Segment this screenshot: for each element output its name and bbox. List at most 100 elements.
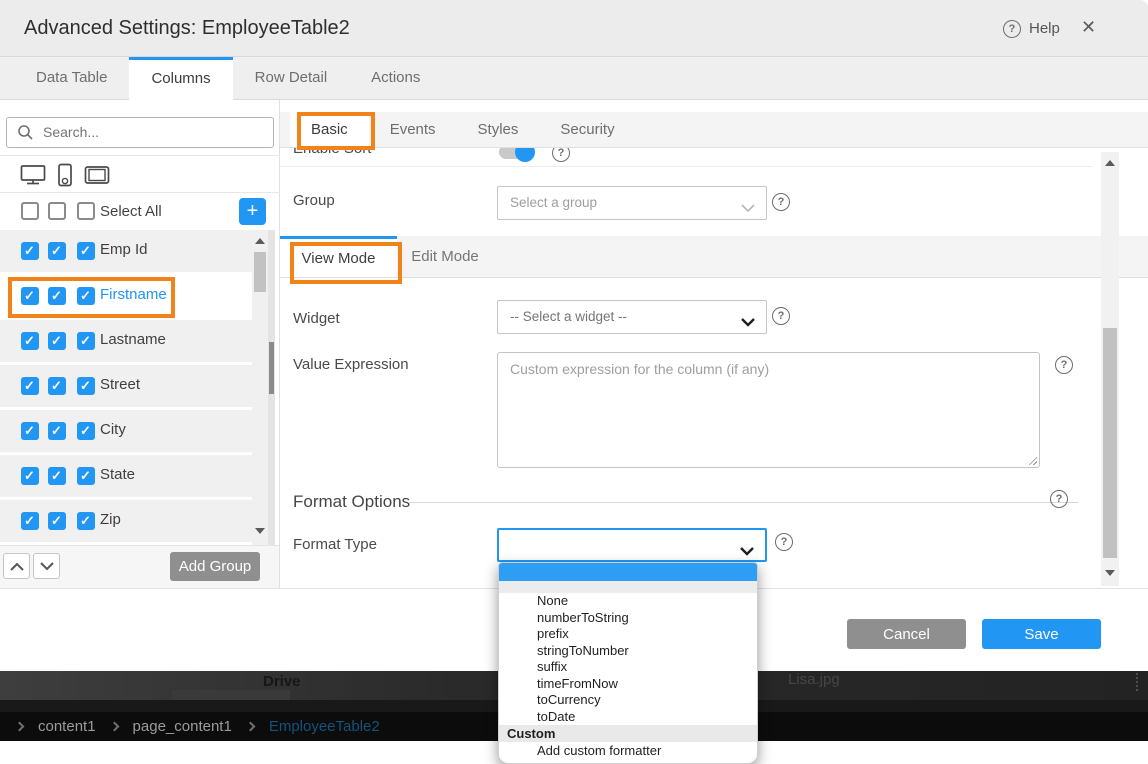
breadcrumb-item-page-content1[interactable]: page_content1: [133, 718, 232, 735]
mobile-icon[interactable]: [56, 163, 74, 187]
panel-tab-bar: Basic Events Styles Security: [280, 112, 1148, 148]
checkbox-tablet[interactable]: [77, 242, 95, 260]
dropdown-option[interactable]: stringToNumber: [499, 643, 757, 660]
checkbox-desktop[interactable]: [21, 242, 39, 260]
dropdown-selected-blank-option[interactable]: [499, 563, 757, 581]
breadcrumb-item-content1[interactable]: content1: [38, 718, 96, 735]
checkbox-desktop[interactable]: [21, 467, 39, 485]
tab-view-mode[interactable]: View Mode: [280, 236, 397, 277]
scroll-up-icon[interactable]: [1105, 160, 1115, 166]
select-all-tablet-checkbox[interactable]: [77, 202, 95, 220]
checkbox-mobile[interactable]: [48, 467, 66, 485]
background-table-cell-text: Lisa.jpg: [788, 671, 840, 688]
tab-actions[interactable]: Actions: [349, 57, 442, 99]
scroll-up-icon[interactable]: [255, 238, 265, 244]
move-down-button[interactable]: [33, 553, 60, 579]
format-type-label: Format Type: [293, 536, 377, 553]
tab-edit-mode[interactable]: Edit Mode: [397, 236, 493, 277]
value-expression-textarea[interactable]: Custom expression for the column (if any…: [497, 352, 1040, 468]
scroll-down-icon[interactable]: [1105, 570, 1115, 576]
panel-scrollbar[interactable]: [1101, 152, 1119, 586]
checkbox-tablet[interactable]: [77, 287, 95, 305]
divider: [0, 155, 280, 156]
format-options-help-icon[interactable]: [1050, 490, 1068, 508]
cancel-button[interactable]: Cancel: [847, 619, 966, 649]
checkbox-desktop[interactable]: [21, 512, 39, 530]
tab-columns[interactable]: Columns: [129, 57, 232, 100]
checkbox-tablet[interactable]: [77, 467, 95, 485]
value-expression-label: Value Expression: [293, 356, 409, 373]
column-row-lastname[interactable]: Lastname: [0, 320, 252, 362]
tab-data-table[interactable]: Data Table: [14, 57, 129, 99]
checkbox-tablet[interactable]: [77, 512, 95, 530]
resize-handle-icon[interactable]: [1027, 455, 1037, 465]
add-column-button[interactable]: +: [239, 198, 266, 225]
select-all-mobile-checkbox[interactable]: [48, 202, 66, 220]
tab-security[interactable]: Security: [539, 112, 635, 147]
scrollbar-thumb[interactable]: [1103, 328, 1117, 558]
dropdown-option[interactable]: prefix: [499, 626, 757, 643]
tab-events[interactable]: Events: [369, 112, 457, 147]
column-label: State: [100, 466, 135, 483]
dropdown-option[interactable]: timeFromNow: [499, 676, 757, 693]
checkbox-tablet[interactable]: [77, 332, 95, 350]
column-row-firstname[interactable]: Firstname: [0, 275, 252, 317]
dropdown-option[interactable]: None: [499, 593, 757, 610]
checkbox-desktop[interactable]: [21, 287, 39, 305]
scrollbar-thumb[interactable]: [254, 252, 266, 292]
widget-select[interactable]: -- Select a widget --: [497, 300, 767, 334]
widget-help-icon[interactable]: [772, 307, 790, 325]
checkbox-desktop[interactable]: [21, 377, 39, 395]
column-row-state[interactable]: State: [0, 455, 252, 497]
help-icon[interactable]: [1003, 20, 1021, 38]
column-row-zip[interactable]: Zip: [0, 500, 252, 542]
dropdown-option[interactable]: toDate: [499, 709, 757, 726]
checkbox-mobile[interactable]: [48, 512, 66, 530]
scrollbar-thumb[interactable]: [269, 342, 274, 394]
dropdown-option[interactable]: suffix: [499, 659, 757, 676]
checkbox-mobile[interactable]: [48, 332, 66, 350]
scroll-down-icon[interactable]: [255, 528, 265, 534]
chevron-right-icon: [245, 722, 255, 732]
chevron-right-icon: [15, 722, 25, 732]
checkbox-mobile[interactable]: [48, 377, 66, 395]
help-link[interactable]: Help: [1029, 20, 1060, 37]
checkbox-desktop[interactable]: [21, 332, 39, 350]
checkbox-tablet[interactable]: [77, 422, 95, 440]
dropdown-option[interactable]: toCurrency: [499, 692, 757, 709]
column-row-street[interactable]: Street: [0, 365, 252, 407]
select-all-label: Select All: [100, 203, 162, 220]
checkbox-tablet[interactable]: [77, 377, 95, 395]
tab-basic[interactable]: Basic: [290, 112, 369, 147]
column-settings-panel: Basic Events Styles Security Enable Sort…: [280, 100, 1148, 588]
breadcrumb-item-employeetable2[interactable]: EmployeeTable2: [269, 718, 380, 735]
value-expression-help-icon[interactable]: [1055, 356, 1073, 374]
tablet-icon[interactable]: [84, 165, 110, 185]
group-select[interactable]: Select a group: [497, 186, 767, 220]
select-all-desktop-checkbox[interactable]: [21, 202, 39, 220]
desktop-icon[interactable]: [20, 164, 46, 186]
dropdown-option-add-custom-formatter[interactable]: Add custom formatter: [499, 742, 757, 759]
dialog-header: Advanced Settings: EmployeeTable2 Help ✕: [0, 0, 1148, 57]
group-help-icon[interactable]: [772, 193, 790, 211]
sidebar-scrollbar[interactable]: [252, 230, 268, 545]
column-row-city[interactable]: City: [0, 410, 252, 452]
save-button[interactable]: Save: [982, 619, 1101, 649]
widget-select-placeholder: -- Select a widget --: [510, 309, 627, 324]
tab-styles[interactable]: Styles: [457, 112, 540, 147]
checkbox-mobile[interactable]: [48, 242, 66, 260]
add-group-button[interactable]: Add Group: [170, 552, 260, 581]
format-type-select[interactable]: [497, 528, 767, 562]
column-row-emp-id[interactable]: Emp Id: [0, 230, 252, 272]
search-input[interactable]: [43, 124, 243, 140]
checkbox-mobile[interactable]: [48, 287, 66, 305]
search-box[interactable]: [6, 117, 274, 148]
tab-row-detail[interactable]: Row Detail: [233, 57, 350, 99]
checkbox-mobile[interactable]: [48, 422, 66, 440]
close-icon[interactable]: ✕: [1081, 17, 1096, 38]
checkbox-desktop[interactable]: [21, 422, 39, 440]
dropdown-option[interactable]: numberToString: [499, 610, 757, 627]
format-type-help-icon[interactable]: [775, 533, 793, 551]
move-up-button[interactable]: [3, 553, 30, 579]
sidebar-inner-scrollbar[interactable]: [268, 230, 275, 545]
